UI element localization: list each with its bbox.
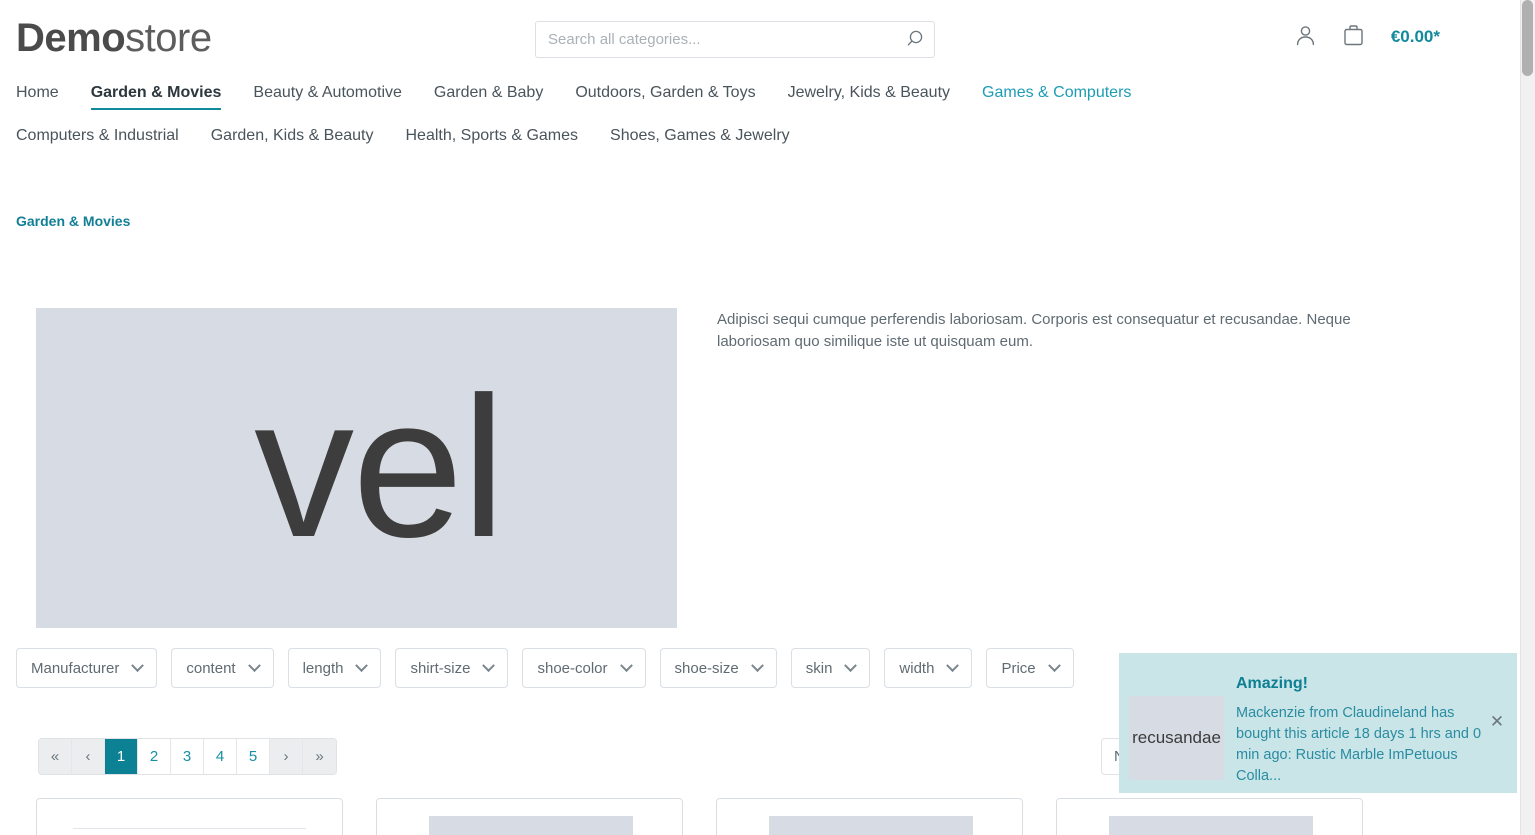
card-divider (73, 828, 306, 829)
account-button[interactable] (1293, 23, 1318, 51)
product-card[interactable] (36, 798, 343, 835)
nav-item-health-sports-games[interactable]: Health, Sports & Games (406, 123, 579, 157)
logo-bold-text: Demo (16, 16, 126, 60)
pagination-prev[interactable]: ‹ (72, 739, 105, 774)
filter-manufacturer[interactable]: Manufacturer (16, 648, 158, 688)
chevron-down-icon (750, 658, 764, 672)
filter-label: width (899, 659, 935, 677)
nav-item-garden-baby[interactable]: Garden & Baby (434, 80, 543, 114)
pagination: « ‹ 1 2 3 4 5 › » (38, 738, 337, 775)
chevron-down-icon (619, 658, 633, 672)
nav-item-shoes-games-jewelry[interactable]: Shoes, Games & Jewelry (610, 123, 790, 157)
pagination-next[interactable]: › (270, 739, 303, 774)
page-root: Demostore Search all categories... €0.00… (0, 0, 1535, 835)
toast-thumbnail: recusandae (1129, 696, 1224, 780)
filter-shoe-size[interactable]: shoe-size (659, 648, 777, 688)
pagination-page-3[interactable]: 3 (171, 739, 204, 774)
search-button[interactable] (900, 26, 930, 54)
search-input[interactable] (536, 22, 896, 57)
filter-skin[interactable]: skin (790, 648, 871, 688)
cart-button[interactable] (1340, 22, 1367, 52)
nav-item-beauty-automotive[interactable]: Beauty & Automotive (253, 80, 402, 114)
logo-light-text: store (125, 16, 212, 60)
nav-item-home[interactable]: Home (16, 80, 59, 114)
category-description: Adipisci sequi cumque perferendis labori… (717, 311, 1351, 350)
pagination-first[interactable]: « (39, 739, 72, 774)
filter-content[interactable]: content (171, 648, 274, 688)
site-logo[interactable]: Demostore (16, 14, 212, 62)
purchase-notification-toast: recusandae Amazing! Mackenzie from Claud… (1119, 653, 1517, 793)
cart-total[interactable]: €0.00* (1391, 27, 1440, 47)
nav-item-computers-industrial[interactable]: Computers & Industrial (16, 123, 179, 157)
nav-row-primary: Home Garden & Movies Beauty & Automotive… (0, 80, 1520, 114)
search-icon (905, 29, 925, 52)
nav-item-garden-movies[interactable]: Garden & Movies (90, 80, 221, 114)
filter-length[interactable]: length (287, 648, 382, 688)
product-image (769, 816, 973, 835)
hero-placeholder-text: vel (254, 356, 506, 579)
category-hero-image: vel (36, 308, 677, 628)
filter-bar: Manufacturer content length shirt-size s… (16, 648, 1074, 688)
search-bar[interactable] (535, 21, 935, 58)
nav-item-outdoors-garden-toys[interactable]: Outdoors, Garden & Toys (575, 80, 755, 114)
nav-item-jewelry-kids-beauty[interactable]: Jewelry, Kids & Beauty (788, 80, 950, 114)
filter-label: shoe-color (537, 659, 608, 677)
product-image (429, 816, 633, 835)
chevron-down-icon (131, 658, 145, 672)
filter-label: Price (1001, 659, 1036, 677)
chevron-down-icon (247, 658, 261, 672)
filter-shoe-color[interactable]: shoe-color (522, 648, 646, 688)
scrollbar-thumb[interactable] (1522, 0, 1533, 76)
product-card[interactable] (376, 798, 683, 835)
page-scrollbar[interactable] (1520, 0, 1535, 835)
product-image (1109, 816, 1313, 835)
filter-label: skin (805, 659, 833, 677)
toast-body: Amazing! Mackenzie from Claudineland has… (1236, 665, 1503, 784)
pagination-page-2[interactable]: 2 (138, 739, 171, 774)
filter-label: Manufacturer (31, 659, 120, 677)
user-icon (1293, 23, 1318, 51)
site-header: Demostore Search all categories... €0.00… (0, 0, 1520, 78)
product-card[interactable] (1056, 798, 1363, 835)
header-actions: €0.00* (1293, 22, 1440, 52)
filter-shirt-size[interactable]: shirt-size (395, 648, 509, 688)
chevron-down-icon (844, 658, 858, 672)
pagination-page-1[interactable]: 1 (105, 739, 138, 774)
chevron-down-icon (355, 658, 369, 672)
shopping-bag-icon (1340, 22, 1367, 52)
toast-title: Amazing! (1236, 675, 1308, 692)
pagination-page-4[interactable]: 4 (204, 739, 237, 774)
nav-item-garden-kids-beauty[interactable]: Garden, Kids & Beauty (211, 123, 374, 157)
pagination-last[interactable]: » (303, 739, 336, 774)
filter-width[interactable]: width (884, 648, 973, 688)
filter-label: content (186, 659, 236, 677)
nav-row-secondary: Computers & Industrial Garden, Kids & Be… (0, 123, 1520, 157)
nav-item-games-computers[interactable]: Games & Computers (982, 80, 1131, 114)
filter-label: shirt-size (410, 659, 471, 677)
close-icon[interactable]: ✕ (1489, 713, 1505, 730)
product-grid (36, 798, 1363, 835)
filter-price[interactable]: Price (986, 648, 1074, 688)
chevron-down-icon (946, 658, 960, 672)
main-navigation: Home Garden & Movies Beauty & Automotive… (0, 80, 1520, 157)
product-card[interactable] (716, 798, 1023, 835)
filter-label: shoe-size (674, 659, 739, 677)
chevron-down-icon (482, 658, 496, 672)
chevron-down-icon (1047, 658, 1061, 672)
filter-label: length (302, 659, 344, 677)
pagination-page-5[interactable]: 5 (237, 739, 270, 774)
toast-message: Mackenzie from Claudineland has bought t… (1236, 705, 1482, 784)
breadcrumb[interactable]: Garden & Movies (16, 213, 130, 229)
